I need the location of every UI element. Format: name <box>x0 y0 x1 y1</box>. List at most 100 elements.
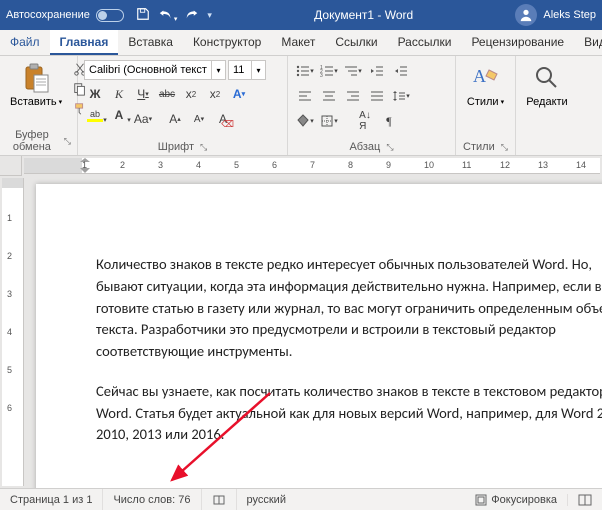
group-editing: Редакти <box>516 56 578 155</box>
ruler-tick: 2 <box>7 251 12 261</box>
increase-indent-button[interactable] <box>390 60 412 82</box>
tab-view[interactable]: Вид <box>574 30 602 55</box>
show-marks-button[interactable]: ¶ <box>378 110 400 132</box>
multilevel-button[interactable]: ▾ <box>342 60 364 82</box>
toggle-switch-icon[interactable] <box>96 9 124 22</box>
tab-file[interactable]: Файл <box>0 30 50 55</box>
ruler-horizontal[interactable]: 1234567891011121314 <box>24 158 600 174</box>
ruler-horizontal-area: 1234567891011121314 <box>0 156 602 176</box>
ruler-tick: 4 <box>196 160 201 170</box>
clipboard-group-label: Буфер обмена <box>6 129 58 153</box>
decrease-indent-button[interactable] <box>366 60 388 82</box>
font-size-input[interactable] <box>228 60 252 80</box>
ruler-tick: 5 <box>7 365 12 375</box>
ruler-tick: 1 <box>7 213 12 223</box>
paragraph-2[interactable]: Сейчас вы узнаете, как посчитать количес… <box>96 381 602 446</box>
ruler-tick: 13 <box>538 160 548 170</box>
tab-insert[interactable]: Вставка <box>118 30 183 55</box>
paragraph-launcher-icon[interactable]: ⤡ <box>386 142 393 153</box>
avatar-icon <box>515 4 537 26</box>
styles-launcher-icon[interactable]: ⤡ <box>501 142 508 153</box>
editing-button[interactable]: Редакти <box>522 60 572 110</box>
styles-icon: A <box>470 62 502 94</box>
font-size-select[interactable]: ▾ <box>228 60 266 80</box>
grow-font-button[interactable]: A▴ <box>164 108 186 130</box>
status-page[interactable]: Страница 1 из 1 <box>0 489 103 510</box>
group-font: ▾ ▾ Ж К Ч▾ abc x2 x2 A▾ ab▾ A▾ Aa▾ A▴ A▾… <box>78 56 288 155</box>
group-styles: A Стили▾ Стили⤡ <box>456 56 516 155</box>
borders-button[interactable]: ▾ <box>318 110 340 132</box>
tab-layout[interactable]: Макет <box>271 30 325 55</box>
shading-button[interactable]: ▾ <box>294 110 316 132</box>
font-name-input[interactable] <box>84 60 212 80</box>
subscript-button[interactable]: x2 <box>180 83 202 105</box>
chevron-down-icon[interactable]: ▾ <box>252 60 266 80</box>
find-icon <box>531 62 563 94</box>
paragraph-1[interactable]: Количество знаков в тексте редко интерес… <box>96 254 602 363</box>
save-icon[interactable] <box>136 7 150 24</box>
user-area[interactable]: Aleks Step <box>515 4 596 26</box>
user-name: Aleks Step <box>543 9 596 21</box>
ruler-tick: 8 <box>348 160 353 170</box>
ruler-tick: 3 <box>158 160 163 170</box>
tab-home[interactable]: Главная <box>50 30 119 55</box>
superscript-button[interactable]: x2 <box>204 83 226 105</box>
numbering-button[interactable]: 123▾ <box>318 60 340 82</box>
document-title: Документ1 - Word <box>212 8 516 22</box>
justify-button[interactable] <box>366 85 388 107</box>
status-focus-mode[interactable]: Фокусировка <box>465 494 568 506</box>
clipboard-launcher-icon[interactable]: ⤡ <box>64 136 71 147</box>
undo-icon[interactable]: ▾ <box>158 7 178 24</box>
paste-button[interactable]: Вставить▾ <box>6 60 66 127</box>
svg-text:3: 3 <box>320 73 323 77</box>
tab-design[interactable]: Конструктор <box>183 30 271 55</box>
ruler-corner <box>0 156 22 176</box>
tab-review[interactable]: Рецензирование <box>461 30 574 55</box>
align-center-button[interactable] <box>318 85 340 107</box>
paste-label: Вставить <box>10 96 57 108</box>
read-mode-icon <box>578 494 592 506</box>
align-right-button[interactable] <box>342 85 364 107</box>
autosave-toggle[interactable]: Автосохранение <box>6 9 124 22</box>
ruler-tick: 11 <box>462 160 471 170</box>
ruler-vertical[interactable]: 123456 <box>2 178 24 486</box>
font-color-button[interactable]: A▾ <box>108 108 130 130</box>
text-effects-button[interactable]: A▾ <box>228 83 250 105</box>
underline-button[interactable]: Ч▾ <box>132 83 154 105</box>
ruler-tick: 14 <box>576 160 586 170</box>
status-word-count[interactable]: Число слов: 76 <box>103 489 201 510</box>
title-bar: Автосохранение ▾ ▾ Документ1 - Word Alek… <box>0 0 602 30</box>
styles-button[interactable]: A Стили▾ <box>462 60 509 110</box>
status-view-buttons[interactable] <box>568 494 602 506</box>
page-viewport[interactable]: Количество знаков в тексте редко интерес… <box>26 176 602 488</box>
italic-button[interactable]: К <box>108 83 130 105</box>
highlight-button[interactable]: ab▾ <box>84 108 106 130</box>
redo-icon[interactable] <box>185 7 199 24</box>
ribbon-tabs: Файл Главная Вставка Конструктор Макет С… <box>0 30 602 56</box>
status-language[interactable]: русский <box>237 489 296 510</box>
sort-button[interactable]: A↓Я <box>354 110 376 132</box>
line-spacing-button[interactable]: ▾ <box>390 85 412 107</box>
clear-format-button[interactable]: A⌫ <box>212 108 234 130</box>
autosave-label: Автосохранение <box>6 9 90 21</box>
group-paragraph: ▾ 123▾ ▾ ▾ ▾ ▾ A↓Я ¶ Абзац ⤡ <box>288 56 456 155</box>
status-proofing[interactable] <box>202 489 237 510</box>
shrink-font-button[interactable]: A▾ <box>188 108 210 130</box>
ruler-tick: 3 <box>7 289 12 299</box>
font-name-select[interactable]: ▾ <box>84 60 226 80</box>
ruler-tick: 4 <box>7 327 12 337</box>
tab-references[interactable]: Ссылки <box>325 30 387 55</box>
font-group-label: Шрифт <box>158 141 194 153</box>
tab-mailings[interactable]: Рассылки <box>388 30 462 55</box>
paragraph-group-label: Абзац <box>349 141 380 153</box>
change-case-button[interactable]: Aa▾ <box>132 108 154 130</box>
bold-button[interactable]: Ж <box>84 83 106 105</box>
ruler-tick: 12 <box>500 160 510 170</box>
status-bar: Страница 1 из 1 Число слов: 76 русский Ф… <box>0 488 602 510</box>
align-left-button[interactable] <box>294 85 316 107</box>
bullets-button[interactable]: ▾ <box>294 60 316 82</box>
strike-button[interactable]: abc <box>156 83 178 105</box>
chevron-down-icon[interactable]: ▾ <box>212 60 226 80</box>
paste-icon <box>20 62 52 94</box>
font-launcher-icon[interactable]: ⤡ <box>200 142 207 153</box>
